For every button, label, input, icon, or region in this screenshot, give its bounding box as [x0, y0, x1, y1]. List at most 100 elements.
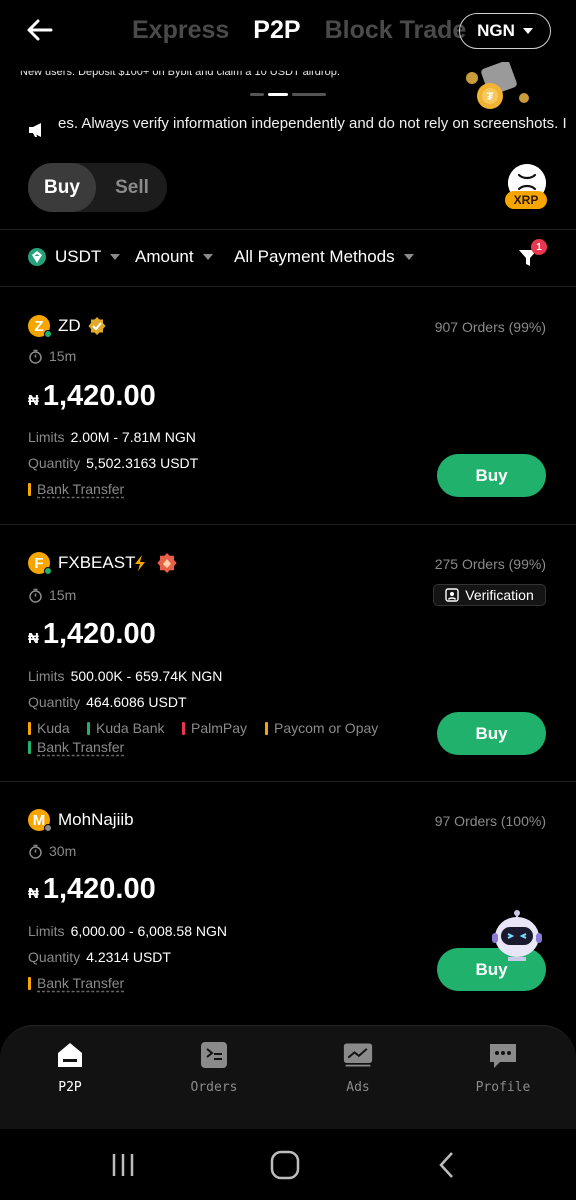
quantity-label: Quantity [28, 694, 81, 710]
avatar-initial: F [34, 554, 44, 572]
chat-profile-icon [490, 1044, 516, 1068]
divider [0, 229, 576, 230]
banner-pager [250, 93, 326, 96]
verification-badge[interactable]: Verification [433, 584, 546, 606]
limits-row: Limits 6,000.00 - 6,008.58 NGN [28, 923, 227, 939]
chevron-down-icon [110, 254, 121, 260]
pager-dot [292, 93, 326, 96]
quantity-row: Quantity 5,502.3163 USDT [28, 455, 198, 471]
price-value: 1,420.00 [42, 873, 156, 905]
mode-tabs: Express P2P Block Trade [132, 16, 490, 45]
limits-value: 500.00K - 659.74K NGN [70, 668, 223, 684]
online-status-dot [44, 330, 52, 338]
amount-filter-label: Amount [135, 247, 194, 266]
merchant-name[interactable]: ZD [58, 316, 81, 336]
coin-selector-badge[interactable]: XRP [505, 191, 547, 209]
offline-status-dot [44, 824, 52, 832]
lightning-icon [135, 555, 145, 571]
offer-price: ₦ 1,420.00 [28, 873, 156, 906]
chevron-down-icon [202, 254, 213, 260]
currency-symbol: ₦ [28, 885, 39, 902]
limits-value: 6,000.00 - 6,008.58 NGN [70, 923, 227, 939]
payment-method-tag: PalmPay [182, 720, 247, 736]
coin-gift-illustration-icon: ₮ [466, 62, 529, 109]
payment-time-limit: 30m [28, 843, 76, 859]
merchant-avatar[interactable]: F [28, 552, 52, 575]
payment-color-bar [28, 482, 31, 496]
promo-banner[interactable]: New users: Deposit $100+ on Bybit and cl… [0, 62, 576, 112]
assistant-bot-icon[interactable] [490, 907, 544, 963]
currency-symbol: ₦ [28, 392, 39, 409]
tab-p2p[interactable]: P2P [253, 16, 300, 45]
payment-method-label: Bank Transfer [37, 975, 125, 991]
quantity-label: Quantity [28, 949, 81, 965]
payment-time-limit: 15m [28, 587, 76, 603]
tab-block-trade[interactable]: Block Trade [325, 16, 467, 45]
payment-method-filter[interactable]: All Payment Methods [234, 247, 414, 267]
megaphone-icon [29, 123, 41, 137]
filter-bar: USDT Amount All Payment Methods 1 [28, 239, 548, 273]
pager-dot-active [268, 93, 288, 96]
payment-method-label: Bank Transfer [37, 739, 125, 755]
offer-card: F FXBEAST 275 Orders (99%) 15m Verificat… [0, 525, 576, 781]
buy-button[interactable]: Buy [437, 712, 546, 755]
bottom-navigation: P2P Orders Ads Profile [0, 1025, 576, 1129]
nav-label: Ads [346, 1080, 370, 1095]
merchant-avatar[interactable]: Z [28, 315, 52, 338]
order-stats: 275 Orders (99%) [434, 556, 546, 572]
recent-apps-icon[interactable] [106, 1148, 140, 1182]
pager-dot [250, 93, 264, 96]
payment-color-bar [28, 721, 31, 735]
filter-count-badge: 1 [531, 239, 547, 255]
time-limit-value: 15m [49, 348, 77, 364]
payment-method-tag: Kuda [28, 720, 70, 736]
quantity-value: 4.2314 USDT [86, 949, 171, 965]
buy-sell-toggle: Buy Sell [28, 163, 167, 212]
payment-method-label: Kuda [37, 720, 70, 736]
buy-toggle-button[interactable]: Buy [28, 163, 96, 212]
nav-item-p2p[interactable]: P2P [10, 1040, 130, 1095]
promo-banner-text: New users: Deposit $100+ on Bybit and cl… [20, 66, 340, 78]
payment-method-tag: Bank Transfer [28, 481, 124, 497]
price-value: 1,420.00 [42, 380, 156, 412]
amount-filter[interactable]: Amount [135, 247, 213, 267]
currency-symbol: ₦ [28, 630, 39, 647]
home-button-icon[interactable] [268, 1148, 302, 1182]
stopwatch-icon [29, 588, 42, 603]
asset-filter[interactable]: USDT [28, 247, 121, 267]
svg-text:₮: ₮ [487, 91, 494, 103]
back-button-icon[interactable] [430, 1148, 464, 1182]
tab-express[interactable]: Express [132, 16, 229, 45]
limits-row: Limits 500.00K - 659.74K NGN [28, 668, 222, 684]
buy-button[interactable]: Buy [437, 454, 546, 497]
nav-item-profile[interactable]: Profile [443, 1040, 563, 1095]
online-status-dot [44, 567, 52, 575]
usdt-icon [28, 248, 46, 266]
limits-label: Limits [28, 668, 65, 684]
fiat-currency-label: NGN [477, 21, 515, 40]
asset-filter-label: USDT [55, 247, 102, 266]
payment-color-bar [87, 721, 90, 735]
chevron-down-icon [522, 28, 533, 34]
payment-color-bar [265, 721, 268, 735]
merchant-name[interactable]: FXBEAST [58, 553, 135, 573]
fiat-currency-selector[interactable]: NGN [459, 13, 551, 49]
payment-method-filter-label: All Payment Methods [234, 247, 395, 266]
nav-label: P2P [58, 1080, 82, 1095]
offer-card: M MohNajiib 97 Orders (100%) 30m ₦ 1,420… [0, 782, 576, 1018]
payment-color-bar [28, 976, 31, 990]
limits-row: Limits 2.00M - 7.81M NGN [28, 429, 196, 445]
nav-item-ads[interactable]: Ads [298, 1040, 418, 1095]
payment-method-label: Kuda Bank [96, 720, 165, 736]
nav-item-orders[interactable]: Orders [154, 1040, 274, 1095]
back-arrow-icon[interactable] [24, 14, 56, 46]
time-limit-value: 30m [49, 843, 77, 859]
merchant-avatar[interactable]: M [28, 809, 52, 832]
offer-card: Z ZD 907 Orders (99%) 15m ₦ 1,420.00 Lim… [0, 287, 576, 524]
id-card-icon [445, 588, 459, 602]
risk-notice-text: es. Always verify information independen… [58, 115, 567, 132]
quantity-row: Quantity 464.6086 USDT [28, 694, 187, 710]
sell-toggle-button[interactable]: Sell [98, 163, 166, 212]
merchant-name[interactable]: MohNajiib [58, 810, 134, 830]
avatar-initial: Z [34, 317, 44, 335]
